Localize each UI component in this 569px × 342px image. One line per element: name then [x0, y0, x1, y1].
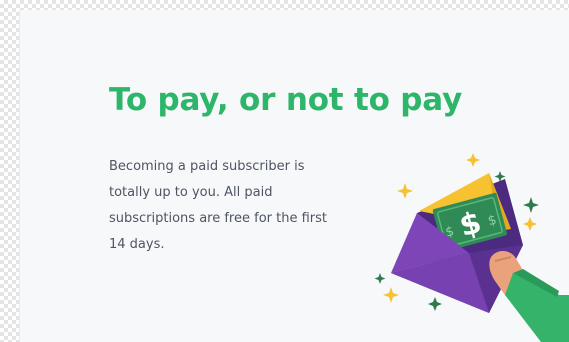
page-title: To pay, or not to pay: [109, 82, 463, 118]
envelope-money-icon: $ $ $: [374, 153, 569, 342]
hand-icon: [489, 251, 569, 342]
promo-card: To pay, or not to pay Becoming a paid su…: [20, 10, 569, 342]
description-text: Becoming a paid subscriber is totally up…: [109, 159, 327, 252]
